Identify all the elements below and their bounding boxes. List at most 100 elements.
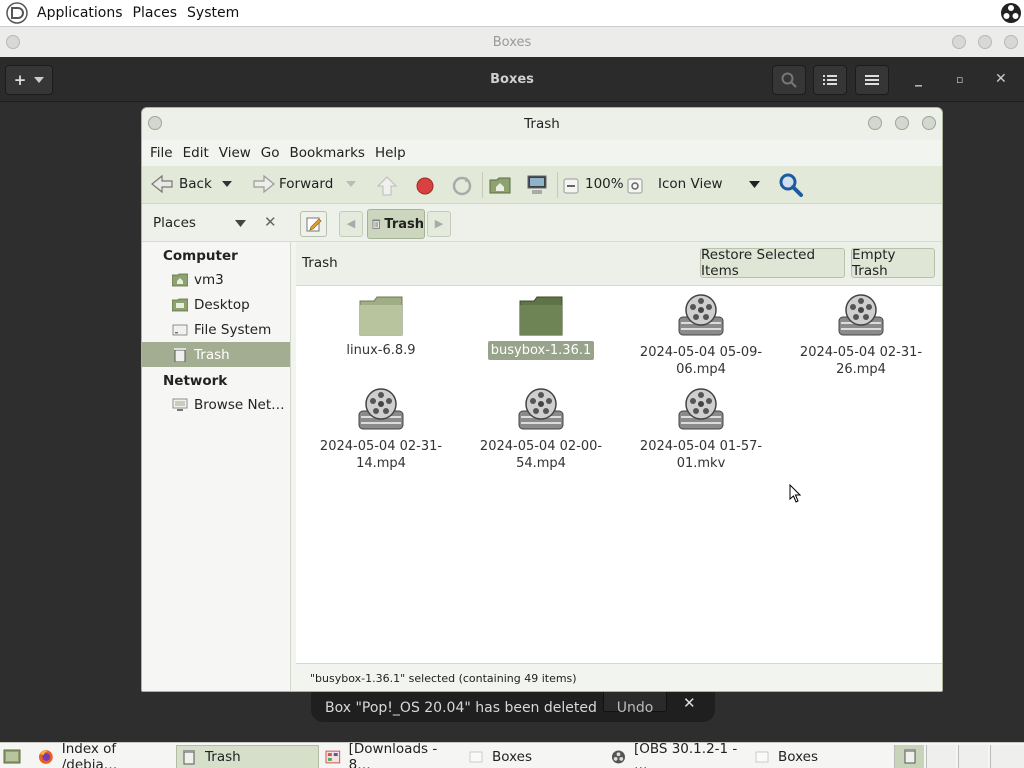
file-item[interactable]: 2024-05-04 05-09-06.mp4 (621, 293, 781, 379)
file-item-selected[interactable]: busybox-1.36.1 (461, 295, 621, 360)
top-panel: Applications Places System (0, 0, 1024, 27)
restore-selected-button[interactable]: Restore Selected Items (700, 247, 845, 279)
desktop-folder-icon (172, 298, 188, 311)
empty-trash-button[interactable]: Empty Trash (851, 247, 935, 279)
obs-tray-icon[interactable] (1000, 2, 1022, 24)
sidebar-item-desktop[interactable]: Desktop (142, 292, 290, 317)
menu-edit[interactable]: Edit (178, 145, 214, 161)
file-name: 2024-05-04 01-57-01.mkv (639, 439, 763, 471)
workspace-2[interactable] (926, 745, 956, 768)
applications-menu[interactable]: Applications (32, 5, 128, 21)
file-item[interactable]: 2024-05-04 02-00-54.mp4 (461, 387, 621, 473)
taskbar-item-trash[interactable]: Trash (176, 745, 319, 768)
zoom-out-icon[interactable] (563, 178, 579, 194)
menu-bookmarks[interactable]: Bookmarks (285, 145, 370, 161)
minimize-icon[interactable]: _ (915, 71, 922, 87)
taskbar-item-boxes-2[interactable]: Boxes (750, 745, 890, 768)
forward-button[interactable]: Forward (252, 174, 333, 194)
taskbar-item-label: [Downloads - 8… (348, 741, 438, 768)
taskbar: Index of /debia… Trash [Downloads - 8… B… (0, 741, 1024, 768)
boxes-icon (469, 751, 483, 763)
file-item[interactable]: linux-6.8.9 (301, 295, 461, 360)
maximize-icon[interactable]: ▫ (956, 73, 963, 86)
system-menu[interactable]: System (182, 5, 244, 21)
taskbar-item-boxes[interactable]: Boxes (464, 745, 604, 768)
taskbar-item-downloads[interactable]: [Downloads - 8… (321, 741, 461, 768)
sidebar: Computer vm3 Desktop File System Trash N… (142, 242, 291, 691)
trash-close-icon[interactable] (922, 116, 936, 130)
mate-logo-icon[interactable] (6, 2, 28, 24)
zoom-in-icon[interactable] (627, 178, 643, 194)
forward-history-dropdown-icon[interactable] (346, 181, 356, 187)
sidebar-item-file-system[interactable]: File System (142, 317, 290, 342)
path-scroll-left-button[interactable]: ◀ (339, 211, 363, 237)
menu-help[interactable]: Help (370, 145, 411, 161)
file-name: busybox-1.36.1 (487, 341, 595, 360)
path-button-label: Trash (384, 216, 424, 232)
close-icon[interactable]: ✕ (995, 71, 1007, 87)
view-mode-select[interactable]: Icon View (658, 176, 764, 192)
add-box-button[interactable]: + (5, 65, 53, 95)
menu-view[interactable]: View (214, 145, 256, 161)
boxes-titlebar[interactable]: Boxes (0, 27, 1024, 57)
menubar: File Edit View Go Bookmarks Help (142, 140, 942, 166)
boxes-menu-icon[interactable] (6, 35, 20, 49)
menu-file[interactable]: File (145, 145, 178, 161)
trash-maximize-icon[interactable] (895, 116, 909, 130)
taskbar-item-label: Boxes (492, 749, 533, 765)
list-view-button[interactable] (813, 65, 847, 95)
sidebar-item-browse-network[interactable]: Browse Net… (142, 392, 290, 417)
taskbar-item-label: Boxes (778, 749, 819, 765)
view-mode-label: Icon View (658, 176, 723, 192)
sidebar-section-network: Network (163, 373, 228, 389)
taskbar-item-firefox[interactable]: Index of /debia… (34, 741, 174, 768)
file-item[interactable]: 2024-05-04 02-31-14.mp4 (301, 387, 461, 473)
workspace-1[interactable] (894, 745, 924, 768)
path-button-trash[interactable]: Trash (367, 209, 425, 239)
workspace-4[interactable] (990, 745, 1024, 768)
workspace-3[interactable] (958, 745, 988, 768)
home-folder-icon (172, 273, 188, 286)
path-scroll-right-button[interactable]: ▶ (427, 211, 451, 237)
sidebar-item-trash[interactable]: Trash (142, 342, 290, 367)
boxes-header-title: Boxes (490, 71, 534, 87)
search-icon[interactable] (778, 172, 804, 198)
boxes-minimize-icon[interactable] (952, 35, 966, 49)
back-history-dropdown-icon[interactable] (222, 181, 232, 187)
close-sidebar-icon[interactable]: ✕ (264, 213, 277, 231)
file-item[interactable]: 2024-05-04 01-57-01.mkv (621, 387, 781, 473)
firefox-icon (38, 750, 53, 764)
menu-go[interactable]: Go (256, 145, 285, 161)
boxes-maximize-icon[interactable] (978, 35, 992, 49)
sidebar-type-dropdown-icon[interactable] (235, 220, 246, 227)
taskbar-item-label: [OBS 30.1.2-1 - … (633, 741, 738, 768)
location-bar: Places ✕ ◀ Trash ▶ (142, 204, 942, 242)
window-menu-icon[interactable] (148, 116, 162, 130)
back-button[interactable]: Back (150, 174, 212, 194)
up-arrow-icon[interactable] (377, 176, 397, 196)
zoom-level[interactable]: 100% (585, 176, 624, 192)
taskbar-item-label: Trash (205, 749, 241, 765)
notification-close-icon[interactable]: ✕ (683, 694, 696, 712)
trash-info-label: Trash (302, 255, 338, 271)
file-item[interactable]: 2024-05-04 02-31-26.mp4 (781, 293, 941, 379)
video-file-icon (518, 388, 564, 430)
back-label: Back (179, 176, 212, 192)
home-folder-icon[interactable] (489, 175, 511, 195)
sidebar-item-vm3[interactable]: vm3 (142, 267, 290, 292)
stop-icon[interactable] (415, 176, 435, 196)
taskbar-item-obs[interactable]: [OBS 30.1.2-1 - … (607, 741, 747, 768)
file-view[interactable]: Trash Restore Selected Items Empty Trash… (296, 242, 942, 691)
hamburger-menu-button[interactable] (855, 65, 889, 95)
search-icon (781, 72, 797, 88)
boxes-close-icon[interactable] (1004, 35, 1018, 49)
trash-minimize-icon[interactable] (868, 116, 882, 130)
show-desktop-icon[interactable] (3, 747, 21, 765)
computer-icon[interactable] (526, 174, 548, 196)
places-menu[interactable]: Places (128, 5, 183, 21)
toggle-location-entry-button[interactable] (300, 211, 327, 237)
search-button[interactable] (772, 65, 806, 95)
sidebar-header-label[interactable]: Places (153, 215, 196, 231)
trash-titlebar[interactable]: Trash (142, 108, 942, 140)
reload-icon[interactable] (451, 175, 473, 197)
